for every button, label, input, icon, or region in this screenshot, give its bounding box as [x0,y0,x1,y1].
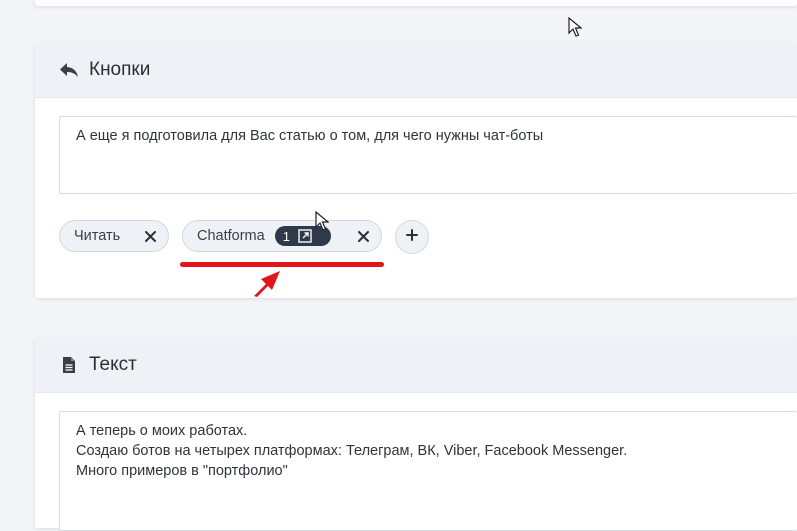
button-chip-chatforma[interactable]: Chatforma 1 [182,220,382,252]
mouse-cursor-icon [315,211,329,231]
button-chip-read[interactable]: Читать [59,220,169,252]
buttons-card-header: Кнопки [35,43,797,98]
text-card: Текст А теперь о моих работах. Создаю бо… [35,338,797,531]
text-card-title: Текст [89,354,137,375]
previous-card [35,0,797,6]
text-line: Много примеров в "портфолио" [76,463,288,479]
plus-icon [406,228,418,246]
close-icon[interactable] [355,228,371,244]
buttons-card: Кнопки А еще я подготовила для Вас стать… [35,43,797,298]
message-text-input[interactable]: А еще я подготовила для Вас статью о том… [59,116,797,194]
chip-label: Читать [74,228,121,244]
add-button[interactable] [395,220,429,254]
text-content-input[interactable]: А теперь о моих работах. Создаю ботов на… [59,411,797,531]
annotation-arrow-icon [254,271,280,297]
close-icon[interactable] [142,228,158,244]
link-count: 1 [282,228,290,244]
buttons-card-title: Кнопки [89,59,151,80]
document-icon [59,355,79,375]
text-card-header: Текст [35,338,797,393]
text-line: А теперь о моих работах. [76,423,248,439]
text-line: Создаю ботов на четырех платформах: Теле… [76,443,628,459]
mouse-cursor-icon [568,17,582,37]
external-link-icon [298,229,312,243]
chip-label: Chatforma [197,228,265,244]
reply-icon [59,60,79,80]
